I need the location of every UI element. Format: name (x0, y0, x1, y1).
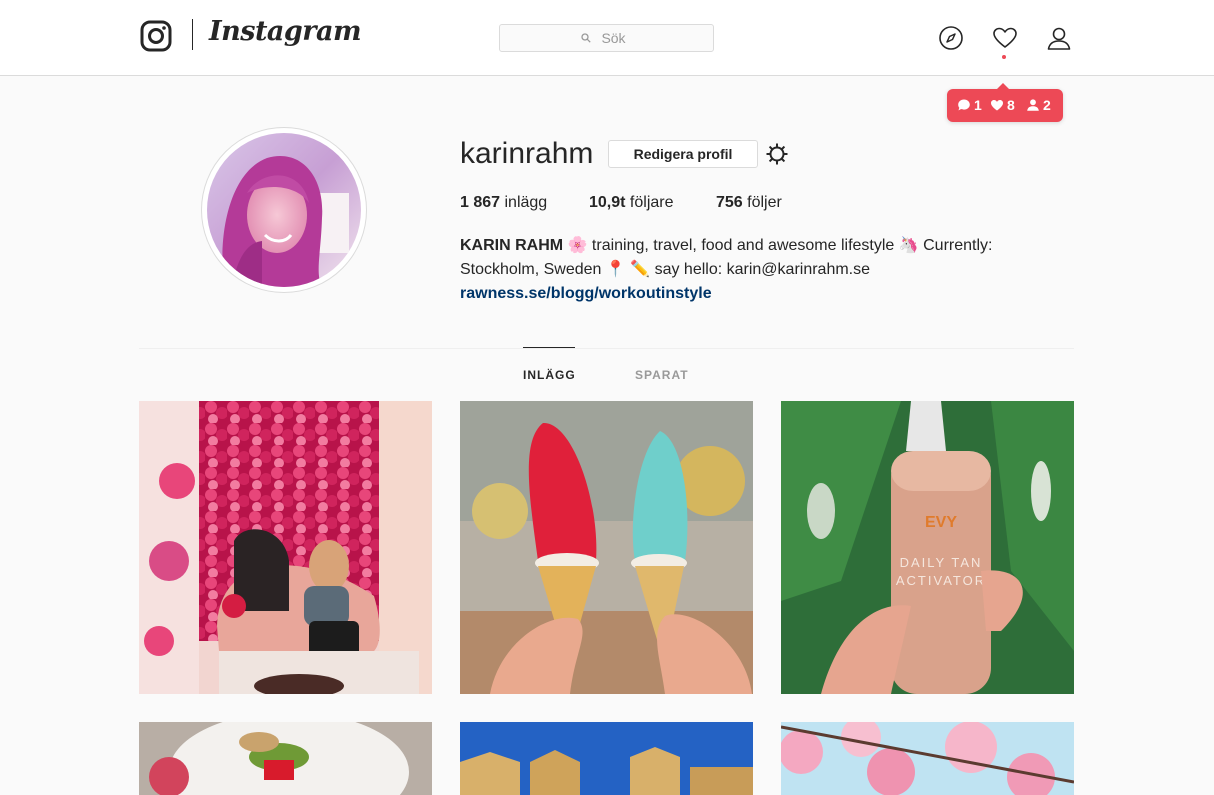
post-ice-creams[interactable] (460, 401, 753, 694)
post-flower-wall-image (139, 401, 432, 694)
follower-count: 2 (1043, 97, 1051, 113)
post-evy-bottle[interactable]: EVY DAILY TAN ACTIVATOR (781, 401, 1074, 694)
bio-text-line1: 🌸 training, travel, food and awesome lif… (567, 237, 993, 254)
profile-username: karinrahm (460, 137, 594, 170)
post-building[interactable] (460, 722, 753, 795)
tab-saved[interactable]: SPARAT (635, 368, 689, 382)
post-evy-bottle-image: EVY DAILY TAN ACTIVATOR (781, 401, 1074, 694)
product-line2-text: ACTIVATOR (896, 573, 986, 588)
comment-count: 1 (974, 97, 982, 113)
like-heart-icon (991, 100, 1003, 111)
following-label: följer (747, 194, 782, 211)
profile-user-icon[interactable] (1046, 25, 1072, 51)
post-cherry-blossom[interactable] (781, 722, 1074, 795)
product-brand-text: EVY (925, 514, 957, 531)
post-food-plate[interactable] (139, 722, 432, 795)
logo-divider (192, 19, 193, 50)
post-ice-creams-image (460, 401, 753, 694)
activity-dot-indicator (1002, 55, 1006, 59)
instagram-logo-icon[interactable] (140, 20, 172, 52)
followers-count: 10,9t (589, 194, 626, 211)
bio-full-name: KARIN RAHM (460, 237, 564, 254)
stat-following[interactable]: 756 följer (716, 194, 782, 212)
explore-compass-icon[interactable] (938, 25, 964, 51)
settings-gear-icon[interactable] (765, 142, 789, 166)
post-food-plate-image (139, 722, 432, 795)
posts-count: 1 867 (460, 194, 501, 211)
tabs-divider (139, 348, 1074, 349)
edit-profile-button[interactable]: Redigera profil (608, 140, 758, 168)
bio-website-link[interactable]: rawness.se/blogg/workoutinstyle (460, 285, 712, 302)
instagram-wordmark[interactable]: Instagram (209, 16, 362, 47)
avatar-photo (207, 133, 361, 287)
stat-followers[interactable]: 10,9t följare (589, 194, 674, 212)
product-line1-text: DAILY TAN (900, 555, 983, 570)
top-navigation-bar: Instagram (0, 0, 1214, 76)
search-box[interactable] (499, 24, 714, 52)
post-flower-wall[interactable] (139, 401, 432, 694)
bio-text-line2: Stockholm, Sweden 📍 ✏️ say hello: karin@… (460, 261, 871, 278)
activity-notification-bubble[interactable]: 1 8 2 (947, 83, 1063, 122)
avatar[interactable] (207, 133, 361, 287)
active-tab-indicator (523, 347, 575, 348)
search-input[interactable] (500, 25, 713, 51)
profile-bio: KARIN RAHM 🌸 training, travel, food and … (460, 234, 1040, 306)
activity-heart-icon[interactable] (992, 25, 1018, 51)
comment-icon (958, 99, 970, 111)
post-cherry-blossom-image (781, 722, 1074, 795)
follower-person-icon (1027, 99, 1039, 111)
stat-posts[interactable]: 1 867 inlägg (460, 194, 547, 212)
post-building-image (460, 722, 753, 795)
posts-label: inlägg (504, 194, 548, 211)
followers-label: följare (629, 194, 674, 211)
following-count: 756 (716, 194, 743, 211)
tab-posts[interactable]: INLÄGG (523, 368, 576, 382)
like-count: 8 (1007, 97, 1015, 113)
